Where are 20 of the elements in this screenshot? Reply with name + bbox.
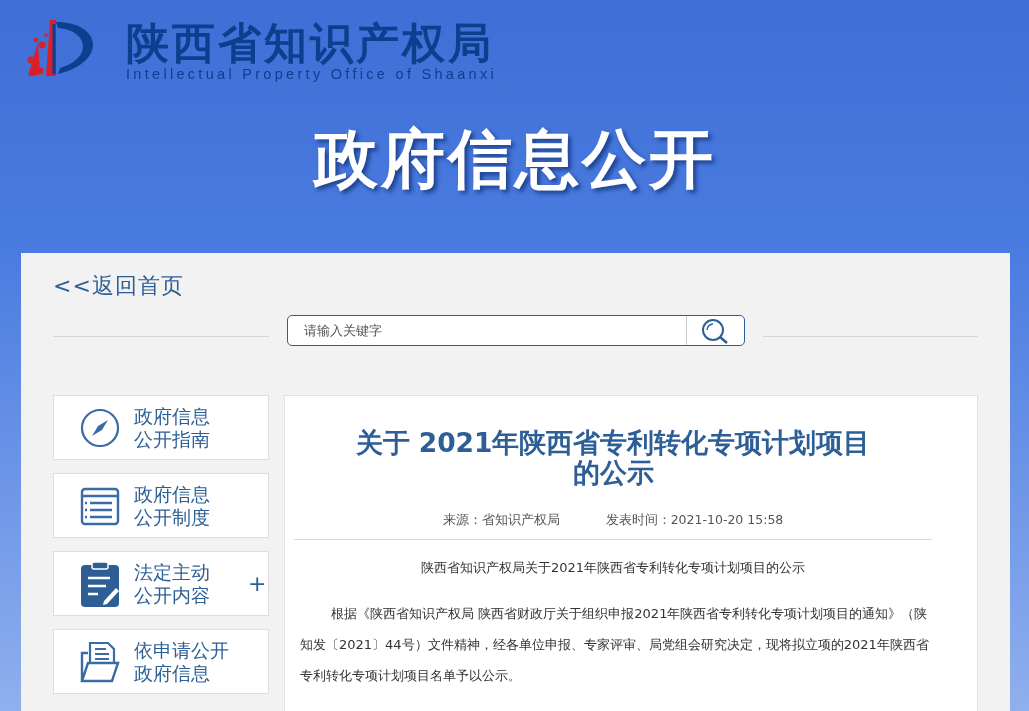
search-input[interactable]: 请输入关键字 [287,322,686,339]
document-list-icon [80,485,120,526]
clipboard-pen-icon [80,560,120,607]
expand-toggle[interactable]: + [248,571,267,596]
sidebar-item[interactable]: 政府信息公开制度 [53,473,269,538]
compass-icon [80,407,120,448]
article-subtitle: 陕西省知识产权局关于2021年陕西省专利转化专项计划项目的公示 [419,559,807,577]
banner-title: 政府信息公开 [313,121,716,198]
back-home-link[interactable]: <<返回首页 [53,271,184,301]
folder-document-icon [80,640,120,683]
publish-time: 发表时间：2021-10-20 15:58 [605,512,784,529]
article-paragraph: 根据《陕西省知识产权局 陕西省财政厅关于组织申报2021年陕西省专利转化专项计划项目的通知》（陕知发〔2021〕44号）文件精神，经各单位申报、专家评审、局党组会研究决定，现将拟立项的2021年陕西省专利转化专项计划项目名单予以公示。 [299,605,930,685]
article-title: 关于 2021年陕西省专利转化专项计划项目的公示 [354,428,872,488]
sidebar-item[interactable]: 依申请公开政府信息 [53,629,269,694]
search-icon [701,317,729,344]
site-name-english: Intellectual Property Office of Shaanxi [126,66,498,82]
search-field[interactable]: 请输入关键字 [286,315,745,346]
article-source: 来源：省知识产权局 [442,512,560,529]
sidebar-item[interactable]: 政府信息公开指南 [53,395,269,460]
sidebar-item[interactable]: 法定主动公开内容 + [53,551,269,616]
